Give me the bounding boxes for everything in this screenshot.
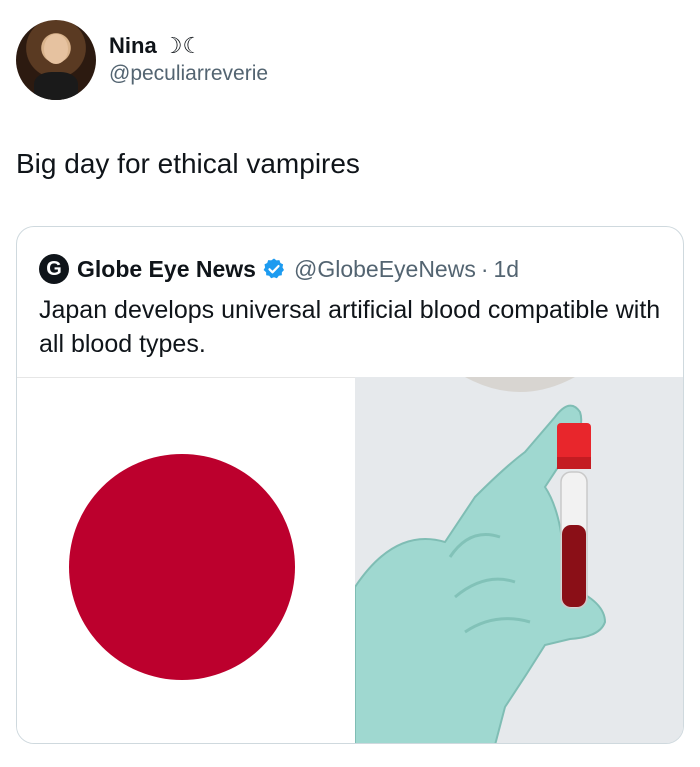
blood-tube-image[interactable] [355, 377, 683, 743]
quoted-post-header: G Globe Eye News @GlobeEyeNews · 1d [39, 249, 519, 289]
separator-dot: · [480, 255, 489, 282]
quoted-post-text: Japan develops universal artificial bloo… [39, 296, 661, 358]
japan-flag-image[interactable] [17, 377, 355, 743]
avatar-face [44, 34, 68, 64]
post-text: Big day for ethical vampires [16, 148, 360, 179]
quoted-timestamp[interactable]: 1d [494, 256, 520, 283]
gloved-hand-illustration [355, 377, 683, 743]
post-header: Nina ☽☾ @peculiarreverie [16, 20, 268, 100]
author-name[interactable]: Nina ☽☾ [109, 32, 268, 60]
flag-red-disc [69, 454, 295, 680]
quoted-author-name[interactable]: Globe Eye News [77, 256, 256, 283]
verified-badge-icon [262, 257, 286, 281]
globe-eye-logo[interactable]: G [39, 254, 69, 284]
avatar[interactable] [16, 20, 96, 100]
quoted-post-card[interactable]: G Globe Eye News @GlobeEyeNews · 1d Japa… [16, 226, 684, 744]
quoted-author-handle[interactable]: @GlobeEyeNews [294, 256, 476, 283]
author-info: Nina ☽☾ @peculiarreverie [109, 32, 268, 88]
quoted-media[interactable] [17, 377, 683, 743]
avatar-top [34, 72, 78, 100]
author-handle[interactable]: @peculiarreverie [109, 60, 268, 88]
